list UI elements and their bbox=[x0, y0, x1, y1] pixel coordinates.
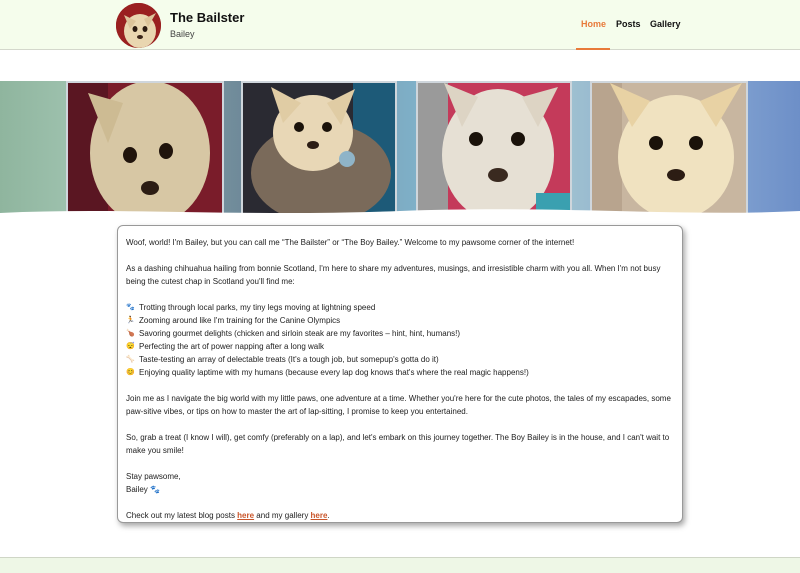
list-item: 🦴 Taste-testing an array of delectable tr… bbox=[126, 353, 674, 366]
invite-paragraph: So, grab a treat (I know I will), get co… bbox=[126, 433, 670, 455]
dog-photo-4 bbox=[590, 81, 748, 215]
list-item: 🍗 Savoring gourmet delights (chicken and … bbox=[126, 327, 674, 340]
smile-icon: 😊 bbox=[126, 369, 135, 376]
cta-paragraph: Check out my latest blog posts here and … bbox=[126, 509, 674, 522]
gallery-link[interactable]: here bbox=[311, 511, 328, 520]
dog-avatar-image bbox=[116, 3, 161, 48]
journey-paragraph: Join me as I navigate the big world with… bbox=[126, 394, 671, 416]
site-footer bbox=[0, 557, 800, 573]
list-item-text: Trotting through local parks, my tiny le… bbox=[139, 303, 376, 312]
cta-text: . bbox=[327, 511, 330, 520]
list-item: 😴 Perfecting the art of power napping aft… bbox=[126, 340, 674, 353]
banner-wave-divider bbox=[0, 209, 800, 219]
signoff-line: Stay pawsome, bbox=[126, 472, 181, 481]
avatar[interactable] bbox=[116, 3, 161, 48]
activities-list: 🐾 Trotting through local parks, my tiny l… bbox=[126, 301, 674, 379]
intro-paragraph: Woof, world! I'm Bailey, but you can cal… bbox=[126, 238, 575, 247]
site-header: The Bailster Bailey Home Posts Gallery bbox=[0, 0, 800, 50]
site-subtitle: Bailey bbox=[170, 29, 195, 39]
about-card: Woof, world! I'm Bailey, but you can cal… bbox=[117, 225, 683, 523]
list-item-text: Taste-testing an array of delectable tre… bbox=[139, 355, 439, 364]
signoff: Stay pawsome, Bailey 🐾 bbox=[126, 470, 674, 496]
running-icon: 🏃 bbox=[126, 317, 135, 324]
nav-home[interactable]: Home bbox=[581, 19, 606, 29]
active-nav-indicator bbox=[576, 48, 610, 50]
dog-photo-1 bbox=[66, 81, 224, 215]
paw-prints-icon: 🐾 bbox=[126, 304, 135, 311]
list-item-text: Zooming around like I'm training for the… bbox=[139, 316, 341, 325]
cta-text: Check out my latest blog posts bbox=[126, 511, 238, 520]
nav-gallery[interactable]: Gallery bbox=[650, 19, 681, 29]
dog-photo-2 bbox=[241, 81, 397, 215]
nav-posts[interactable]: Posts bbox=[616, 19, 641, 29]
site-title[interactable]: The Bailster bbox=[170, 10, 244, 25]
list-item: 🏃 Zooming around like I'm training for th… bbox=[126, 314, 674, 327]
about-paragraph: As a dashing chihuahua hailing from bonn… bbox=[126, 264, 661, 286]
list-item-text: Enjoying quality laptime with my humans … bbox=[139, 368, 529, 377]
bone-icon: 🦴 bbox=[126, 356, 135, 363]
blog-posts-link[interactable]: here bbox=[237, 511, 254, 520]
cta-text: and my gallery bbox=[254, 511, 311, 520]
drumstick-icon: 🍗 bbox=[126, 330, 135, 337]
list-item: 😊 Enjoying quality laptime with my humans… bbox=[126, 366, 674, 379]
list-item: 🐾 Trotting through local parks, my tiny l… bbox=[126, 301, 674, 314]
sleep-icon: 😴 bbox=[126, 343, 135, 350]
list-item-text: Perfecting the art of power napping afte… bbox=[139, 342, 324, 351]
list-item-text: Savoring gourmet delights (chicken and s… bbox=[139, 329, 461, 338]
signature: Bailey 🐾 bbox=[126, 485, 160, 494]
hero-banner bbox=[0, 81, 800, 219]
dog-photo-3 bbox=[416, 81, 572, 215]
